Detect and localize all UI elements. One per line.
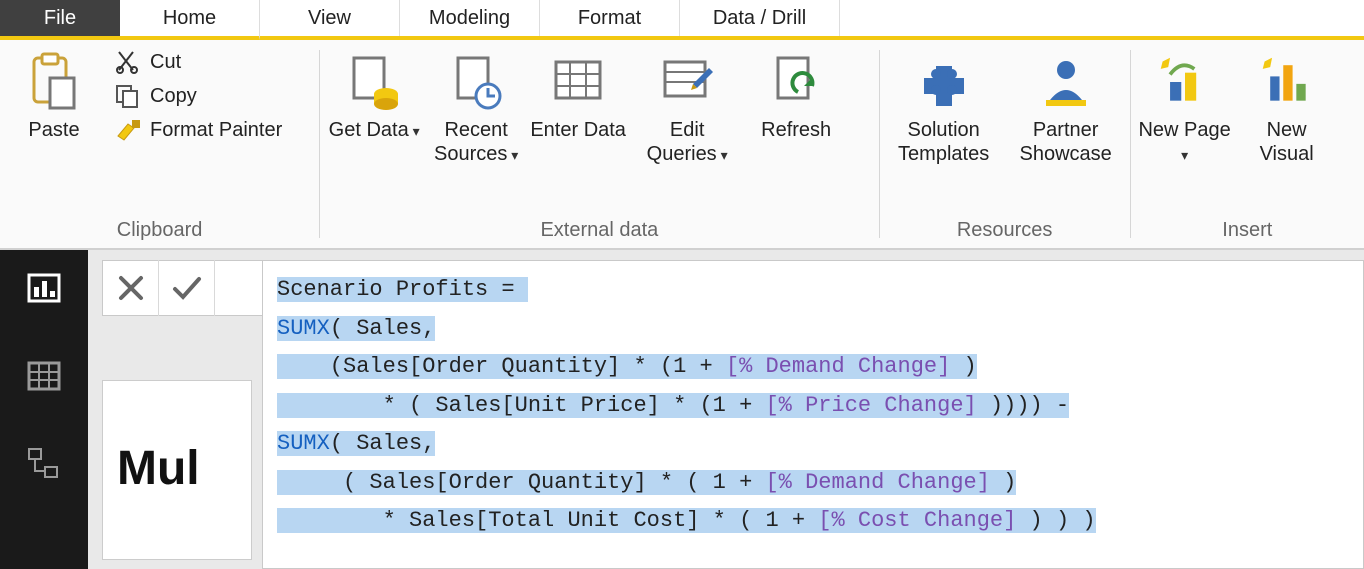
new-page-icon — [1157, 54, 1213, 110]
group-clipboard-label: Clipboard — [6, 213, 313, 242]
nav-data-view[interactable] — [24, 356, 64, 396]
group-resources: Solution Templates Partner Showcase Reso… — [880, 40, 1130, 248]
enter-data-label: Enter Data — [530, 118, 626, 142]
tabs-bar: File Home View Modeling Format Data / Dr… — [0, 0, 1364, 40]
canvas-area: Mul Scenario Profits = SUMX( Sales, (Sal… — [88, 250, 1364, 569]
new-visual-icon — [1259, 54, 1315, 110]
get-data-icon — [346, 54, 402, 110]
cut-button[interactable]: Cut — [108, 50, 288, 74]
group-insert: New Page New Visual Insert — [1131, 40, 1364, 248]
enter-data-icon — [550, 54, 606, 110]
solution-templates-button[interactable]: Solution Templates — [886, 48, 1002, 166]
formula-commit-button[interactable] — [159, 260, 215, 316]
group-external-label: External data — [326, 213, 872, 242]
recent-sources-icon — [448, 54, 504, 110]
tab-home[interactable]: Home — [120, 0, 260, 40]
solution-templates-icon — [916, 54, 972, 110]
tab-modeling[interactable]: Modeling — [400, 0, 540, 36]
nav-model-view[interactable] — [24, 444, 64, 484]
paste-label: Paste — [28, 118, 79, 142]
partner-showcase-button[interactable]: Partner Showcase — [1008, 48, 1124, 166]
tab-data-drill[interactable]: Data / Drill — [680, 0, 840, 36]
copy-button[interactable]: Copy — [108, 84, 288, 108]
formula-editor[interactable]: Scenario Profits = SUMX( Sales, (Sales[O… — [262, 260, 1364, 569]
tab-view[interactable]: View — [260, 0, 400, 36]
edit-queries-button[interactable]: Edit Queries — [632, 48, 742, 166]
workspace: Mul Scenario Profits = SUMX( Sales, (Sal… — [0, 250, 1364, 569]
group-external-data: Get Data Recent Sources Enter Data Edit … — [320, 40, 878, 248]
new-visual-label: New Visual — [1239, 118, 1335, 166]
new-page-button[interactable]: New Page — [1137, 48, 1233, 166]
nav-report-view[interactable] — [24, 268, 64, 308]
format-painter-label: Format Painter — [150, 119, 282, 142]
group-insert-label: Insert — [1137, 213, 1358, 242]
paste-button[interactable]: Paste — [6, 48, 102, 142]
partner-showcase-label: Partner Showcase — [1008, 118, 1124, 166]
formula-cancel-button[interactable] — [103, 260, 159, 316]
group-resources-label: Resources — [886, 213, 1124, 242]
format-painter-button[interactable]: Format Painter — [108, 118, 288, 142]
report-title-peek: Mul — [102, 380, 252, 560]
partner-showcase-icon — [1038, 54, 1094, 110]
edit-queries-icon — [659, 54, 715, 110]
cut-label: Cut — [150, 51, 181, 74]
paste-icon — [26, 54, 82, 110]
tab-format[interactable]: Format — [540, 0, 680, 36]
get-data-label: Get Data — [329, 118, 420, 142]
tab-file[interactable]: File — [0, 0, 120, 36]
copy-label: Copy — [150, 85, 197, 108]
cut-icon — [114, 50, 142, 74]
solution-templates-label: Solution Templates — [886, 118, 1002, 166]
enter-data-button[interactable]: Enter Data — [530, 48, 626, 142]
refresh-icon — [768, 54, 824, 110]
group-clipboard: Paste Cut Copy — [0, 40, 319, 248]
refresh-button[interactable]: Refresh — [748, 48, 844, 142]
copy-icon — [114, 84, 142, 108]
new-page-label: New Page — [1137, 118, 1233, 166]
ribbon: Paste Cut Copy — [0, 40, 1364, 250]
left-nav — [0, 250, 88, 569]
get-data-button[interactable]: Get Data — [326, 48, 422, 142]
format-painter-icon — [114, 118, 142, 142]
recent-sources-label: Recent Sources — [428, 118, 524, 166]
recent-sources-button[interactable]: Recent Sources — [428, 48, 524, 166]
new-visual-button[interactable]: New Visual — [1239, 48, 1335, 166]
refresh-label: Refresh — [761, 118, 831, 142]
edit-queries-label: Edit Queries — [632, 118, 742, 166]
